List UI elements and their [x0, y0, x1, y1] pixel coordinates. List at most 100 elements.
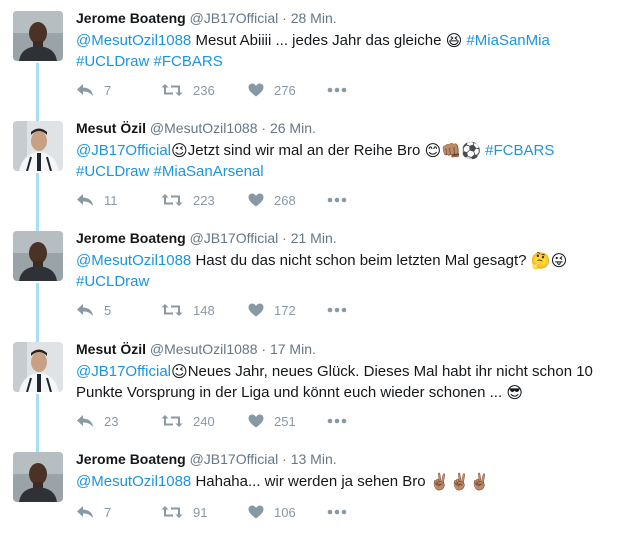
retweet-count: 223 — [193, 192, 215, 208]
retweet-icon — [161, 84, 183, 96]
reply-count: 7 — [104, 504, 112, 520]
tweet-text: @MesutOzil1088 Mesut Abiiii ... jedes Ja… — [76, 30, 611, 72]
more-options-button[interactable] — [327, 300, 347, 320]
tweet-text-segment: Hast du das nicht schon beim letzten Mal… — [191, 252, 531, 269]
tweet-timestamp[interactable]: 26 Min. — [270, 120, 316, 136]
author-handle[interactable]: @JB17Official — [190, 10, 279, 26]
emoji: 😉 — [171, 364, 188, 381]
tweet-text-segment: Mesut Abiiii ... jedes Jahr das gleiche — [191, 32, 446, 49]
avatar-jerome-boateng[interactable] — [13, 452, 63, 502]
emoji: 😎 — [506, 385, 523, 402]
more-options-button[interactable] — [327, 190, 347, 210]
tweet-actions: 7 91 106 — [76, 502, 376, 522]
heart-icon — [248, 303, 264, 317]
like-button[interactable]: 268 — [248, 190, 296, 210]
tweet-timestamp[interactable]: 28 Min. — [291, 10, 337, 26]
more-dots-icon — [327, 197, 347, 203]
heart-icon — [248, 193, 264, 207]
more-options-button[interactable] — [327, 411, 347, 431]
mention-link[interactable]: @MesutOzil1088 — [76, 473, 191, 490]
hashtag-link[interactable]: #UCLDraw — [76, 163, 149, 180]
reply-button[interactable]: 5 — [76, 300, 111, 320]
tweet-timestamp[interactable]: 17 Min. — [270, 341, 316, 357]
reply-icon — [77, 84, 93, 96]
mention-link[interactable]: @JB17Official — [76, 142, 171, 159]
more-dots-icon — [327, 418, 347, 424]
reply-button[interactable]: 7 — [76, 502, 111, 522]
retweet-button[interactable]: 148 — [161, 300, 215, 320]
tweet-actions: 7 236 276 — [76, 80, 376, 100]
retweet-icon — [161, 304, 183, 316]
like-count: 251 — [274, 413, 296, 429]
tweet-text-segment: Jetzt sind wir mal an der Reihe Bro — [187, 142, 425, 159]
hashtag-link[interactable]: #UCLDraw — [76, 273, 149, 290]
like-count: 276 — [274, 82, 296, 98]
avatar-jerome-boateng[interactable] — [13, 231, 63, 281]
retweet-button[interactable]: 223 — [161, 190, 215, 210]
reply-icon — [77, 304, 93, 316]
like-button[interactable]: 251 — [248, 411, 296, 431]
tweet-text-segment: Neues Jahr, neues Glück. Dieses Mal habt… — [187, 363, 593, 380]
heart-icon — [248, 505, 264, 519]
conversation-thread: Jerome Boateng @JB17Official · 28 Min. @… — [0, 0, 620, 543]
avatar-mesut-ozil[interactable] — [13, 121, 63, 171]
more-dots-icon — [327, 87, 347, 93]
retweet-icon — [161, 194, 183, 206]
like-button[interactable]: 172 — [248, 300, 296, 320]
more-options-button[interactable] — [327, 502, 347, 522]
mention-link[interactable]: @MesutOzil1088 — [76, 252, 191, 269]
tweet-actions: 5 148 172 — [76, 300, 376, 320]
tweet-text-segment: Hahaha... wir werden ja sehen Bro — [191, 473, 430, 490]
author-name[interactable]: Jerome Boateng — [76, 10, 186, 26]
reply-button[interactable]: 23 — [76, 411, 118, 431]
like-count: 172 — [274, 302, 296, 318]
heart-icon — [248, 83, 264, 97]
avatar-mesut-ozil[interactable] — [13, 342, 63, 392]
reply-button[interactable]: 7 — [76, 80, 111, 100]
author-name[interactable]: Mesut Özil — [76, 120, 146, 136]
tweet-timestamp[interactable]: 21 Min. — [291, 230, 337, 246]
reply-count: 23 — [104, 413, 119, 429]
hashtag-link[interactable]: #UCLDraw — [76, 53, 149, 70]
mention-link[interactable]: @MesutOzil1088 — [76, 32, 191, 49]
tweet[interactable]: Jerome Boateng @JB17Official · 28 Min. @… — [0, 0, 620, 110]
mention-link[interactable]: @JB17Official — [76, 363, 171, 380]
retweet-button[interactable]: 236 — [161, 80, 215, 100]
tweet-text: @JB17Official😉Jetzt sind wir mal an der … — [76, 140, 611, 182]
tweet[interactable]: Mesut Özil @MesutOzil1088 · 17 Min. @JB1… — [0, 331, 620, 441]
author-handle[interactable]: @MesutOzil1088 — [150, 120, 258, 136]
hashtag-link[interactable]: #FCBARS — [481, 142, 554, 159]
tweet[interactable]: Mesut Özil @MesutOzil1088 · 26 Min. @JB1… — [0, 110, 620, 220]
more-options-button[interactable] — [327, 80, 347, 100]
author-name[interactable]: Jerome Boateng — [76, 451, 186, 467]
retweet-button[interactable]: 91 — [161, 502, 207, 522]
author-handle[interactable]: @JB17Official — [190, 230, 279, 246]
retweet-button[interactable]: 240 — [161, 411, 215, 431]
retweet-count: 91 — [193, 504, 208, 520]
hashtag-link[interactable]: #MiaSanMia — [462, 32, 549, 49]
hashtag-link[interactable]: #MiaSanArsenal — [149, 163, 264, 180]
separator-dot: · — [261, 120, 267, 136]
like-button[interactable]: 276 — [248, 80, 296, 100]
reply-button[interactable]: 11 — [76, 190, 118, 210]
reply-count: 7 — [104, 82, 112, 98]
separator-dot: · — [282, 230, 287, 246]
retweet-icon — [161, 415, 183, 427]
heart-icon — [248, 414, 264, 428]
tweet[interactable]: Jerome Boateng @JB17Official · 21 Min. @… — [0, 220, 620, 330]
reply-count: 5 — [104, 302, 112, 318]
separator-dot: · — [261, 341, 267, 357]
author-handle[interactable]: @MesutOzil1088 — [150, 341, 258, 357]
author-name[interactable]: Jerome Boateng — [76, 230, 186, 246]
tweet[interactable]: Jerome Boateng @JB17Official · 13 Min. @… — [0, 441, 620, 551]
retweet-icon — [161, 506, 183, 518]
avatar-jerome-boateng[interactable] — [13, 11, 63, 61]
like-button[interactable]: 106 — [248, 502, 296, 522]
author-handle[interactable]: @JB17Official — [190, 451, 279, 467]
tweet-text-segment: Punkte Vorsprung in der Liga und könnt e… — [76, 384, 507, 401]
more-dots-icon — [327, 509, 347, 515]
tweet-actions: 11 223 268 — [76, 190, 376, 210]
tweet-timestamp[interactable]: 13 Min. — [291, 451, 337, 467]
hashtag-link[interactable]: #FCBARS — [149, 53, 223, 70]
author-name[interactable]: Mesut Özil — [76, 341, 146, 357]
